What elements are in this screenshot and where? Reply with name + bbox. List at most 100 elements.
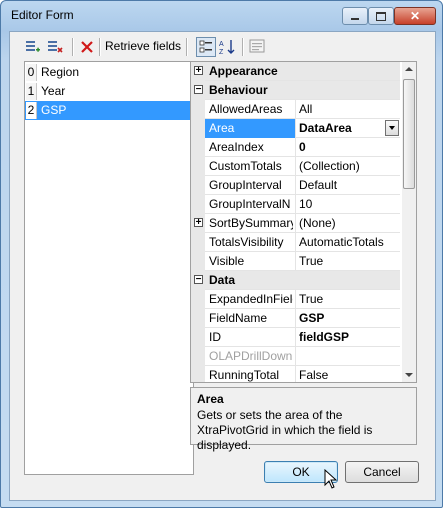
retrieve-fields-button[interactable]: Retrieve fields: [105, 39, 181, 53]
scroll-up-arrow-icon[interactable]: [405, 67, 413, 71]
fields-toolbar: Retrieve fields A Z: [10, 32, 435, 62]
column-divider[interactable]: [295, 347, 296, 366]
property-value[interactable]: False: [299, 368, 328, 382]
cancel-button-label: Cancel: [363, 465, 401, 479]
list-item-label: GSP: [41, 103, 67, 117]
scroll-down-arrow-icon[interactable]: [405, 373, 413, 377]
property-name: Visible: [209, 254, 245, 268]
collapse-icon[interactable]: −: [194, 275, 203, 285]
property-value[interactable]: Default: [299, 178, 337, 192]
property-row[interactable]: Visible True: [191, 252, 400, 271]
svg-text:A: A: [219, 41, 224, 48]
minimize-icon: [351, 18, 359, 20]
property-grid-scrollbar[interactable]: [402, 62, 416, 382]
property-row[interactable]: GroupIntervalN 10: [191, 195, 400, 214]
alphabetical-sort-icon: A Z: [219, 40, 235, 55]
collapse-icon[interactable]: −: [194, 85, 203, 95]
property-row[interactable]: Area DataArea: [191, 119, 400, 138]
remove-field-button[interactable]: [46, 39, 64, 55]
column-divider[interactable]: [295, 176, 296, 195]
property-name: ID: [209, 330, 221, 344]
category-label: Behaviour: [209, 83, 268, 97]
alphabetical-view-button[interactable]: A Z: [218, 37, 238, 57]
property-value[interactable]: (None): [299, 216, 336, 230]
column-divider[interactable]: [295, 233, 296, 252]
column-divider[interactable]: [295, 252, 296, 271]
property-row[interactable]: AreaIndex 0: [191, 138, 400, 157]
property-row[interactable]: ID fieldGSP: [191, 328, 400, 347]
list-item-selected[interactable]: 2 GSP: [25, 101, 193, 120]
property-value[interactable]: (Collection): [299, 159, 360, 173]
title-bar[interactable]: Editor Form ✕: [1, 1, 442, 31]
fields-list[interactable]: 0 Region 1 Year 2 GSP: [24, 61, 194, 475]
close-button[interactable]: ✕: [394, 7, 436, 25]
property-category-row[interactable]: − Data: [191, 271, 400, 290]
property-name: FieldName: [209, 311, 268, 325]
property-row[interactable]: GroupInterval Default: [191, 176, 400, 195]
delete-icon: [81, 41, 93, 53]
property-name: ExpandedInFieldsGroup: [209, 292, 293, 306]
property-value[interactable]: All: [299, 102, 312, 116]
property-row[interactable]: + SortBySummary (None): [191, 214, 400, 233]
category-label: Data: [209, 273, 236, 287]
close-icon: ✕: [409, 9, 421, 23]
property-row[interactable]: RunningTotal False: [191, 366, 400, 382]
column-divider[interactable]: [295, 309, 296, 328]
row-gutter: [191, 290, 205, 309]
column-divider[interactable]: [295, 214, 296, 233]
property-value[interactable]: 10: [299, 197, 312, 211]
property-value[interactable]: fieldGSP: [299, 330, 349, 344]
column-divider[interactable]: [295, 138, 296, 157]
remove-field-icon: [48, 41, 63, 53]
column-divider[interactable]: [295, 366, 296, 382]
property-value[interactable]: AutomaticTotals: [299, 235, 384, 249]
maximize-button[interactable]: [368, 7, 394, 25]
toolbar-separator: [242, 38, 244, 56]
property-row[interactable]: OLAPDrillDownColumnName: [191, 347, 400, 366]
column-divider[interactable]: [295, 328, 296, 347]
property-pages-button[interactable]: [248, 38, 266, 54]
list-item[interactable]: 1 Year: [25, 82, 193, 101]
list-item-index: 2: [26, 102, 37, 119]
add-field-button[interactable]: [24, 39, 42, 55]
property-row[interactable]: ExpandedInFieldsGroup True: [191, 290, 400, 309]
list-item-label: Region: [41, 65, 80, 79]
property-name: AreaIndex: [209, 140, 264, 154]
property-category-row[interactable]: + Appearance: [191, 62, 400, 81]
scrollbar-thumb[interactable]: [403, 79, 415, 189]
property-value[interactable]: True: [299, 292, 323, 306]
property-category-row[interactable]: − Behaviour: [191, 81, 400, 100]
expand-icon[interactable]: +: [194, 66, 203, 76]
row-gutter: [191, 252, 205, 271]
property-grid[interactable]: + Appearance − Behaviour AllowedAreas All Area…: [190, 61, 417, 383]
column-divider[interactable]: [295, 119, 296, 138]
column-divider[interactable]: [295, 100, 296, 119]
column-divider[interactable]: [295, 195, 296, 214]
area-dropdown-button[interactable]: [385, 120, 399, 136]
list-item[interactable]: 0 Region: [25, 63, 193, 82]
property-pages-icon: [249, 39, 265, 53]
svg-text:Z: Z: [219, 49, 224, 55]
property-value[interactable]: DataArea: [299, 121, 352, 135]
row-gutter: [191, 309, 205, 328]
property-value[interactable]: 0: [299, 140, 306, 154]
column-divider[interactable]: [295, 290, 296, 309]
property-name: GroupInterval: [209, 178, 282, 192]
delete-button[interactable]: [78, 39, 96, 55]
cancel-button[interactable]: Cancel: [345, 461, 419, 483]
expand-icon[interactable]: +: [194, 218, 203, 228]
property-row[interactable]: AllowedAreas All: [191, 100, 400, 119]
property-row[interactable]: CustomTotals (Collection): [191, 157, 400, 176]
property-name: OLAPDrillDownColumnName: [209, 349, 293, 363]
minimize-button[interactable]: [342, 7, 368, 25]
property-row[interactable]: FieldName GSP: [191, 309, 400, 328]
row-gutter: [191, 328, 205, 347]
list-item-label: Year: [41, 84, 66, 98]
property-value[interactable]: GSP: [299, 311, 324, 325]
property-value[interactable]: True: [299, 254, 323, 268]
column-divider[interactable]: [295, 157, 296, 176]
toolbar-separator: [72, 38, 74, 56]
toolbar-separator: [99, 38, 101, 56]
property-row[interactable]: TotalsVisibility AutomaticTotals: [191, 233, 400, 252]
categorized-view-button[interactable]: [196, 37, 216, 57]
